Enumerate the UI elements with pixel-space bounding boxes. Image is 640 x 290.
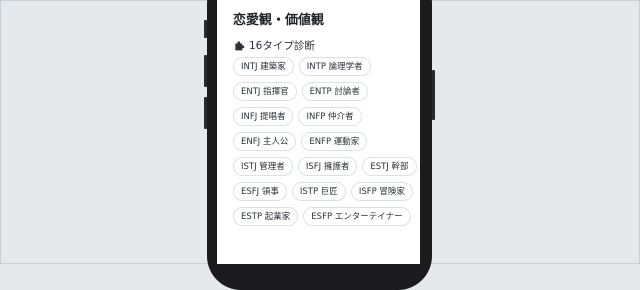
mbti-header: 16タイプ診断 — [234, 38, 315, 53]
mbti-type-chip[interactable]: INFP 仲介者 — [298, 107, 362, 126]
mbti-type-chip[interactable]: ISTJ 管理者 — [233, 157, 293, 176]
mbti-type-chip[interactable]: ENFP 運動家 — [301, 132, 368, 151]
app-screen: 恋愛観・価値観 16タイプ診断 INTJ 建築家 INTP 論理学者 ENTJ 指揮… — [217, 0, 420, 264]
mbti-type-chip[interactable]: ENTJ 指揮官 — [233, 82, 297, 101]
mbti-type-chip[interactable]: INTJ 建築家 — [233, 57, 294, 76]
mbti-type-chip[interactable]: ENFJ 主人公 — [233, 132, 297, 151]
mbti-type-chip[interactable]: ESTP 起業家 — [233, 207, 299, 226]
mbti-type-chip[interactable]: ESTJ 幹部 — [362, 157, 417, 176]
phone-side-button-right — [432, 70, 435, 120]
mbti-type-chip[interactable]: ESFJ 領事 — [233, 182, 287, 201]
mbti-header-label: 16タイプ診断 — [249, 40, 315, 52]
section-title: 恋愛観・価値観 — [233, 13, 325, 28]
mbti-type-chip[interactable]: ISTP 巨匠 — [291, 182, 346, 201]
puzzle-icon — [235, 41, 245, 51]
mbti-type-chip[interactable]: ENTP 討論者 — [301, 82, 368, 101]
mbti-type-chip[interactable]: ESFP エンターテイナー — [303, 207, 411, 226]
mbti-type-chip[interactable]: ISFJ 擁護者 — [297, 157, 358, 176]
phone-side-button-left — [204, 20, 207, 38]
phone-side-button-left — [204, 55, 207, 87]
mbti-type-list: INTJ 建築家 INTP 論理学者 ENTJ 指揮官 ENTP 討論者 INFJ 提唱… — [233, 57, 418, 226]
mbti-type-chip[interactable]: INTP 論理学者 — [298, 57, 371, 76]
mbti-type-chip[interactable]: INFJ 提唱者 — [233, 107, 294, 126]
phone-side-button-left — [204, 97, 207, 129]
mbti-type-chip[interactable]: ISFP 冒険家 — [350, 182, 413, 201]
